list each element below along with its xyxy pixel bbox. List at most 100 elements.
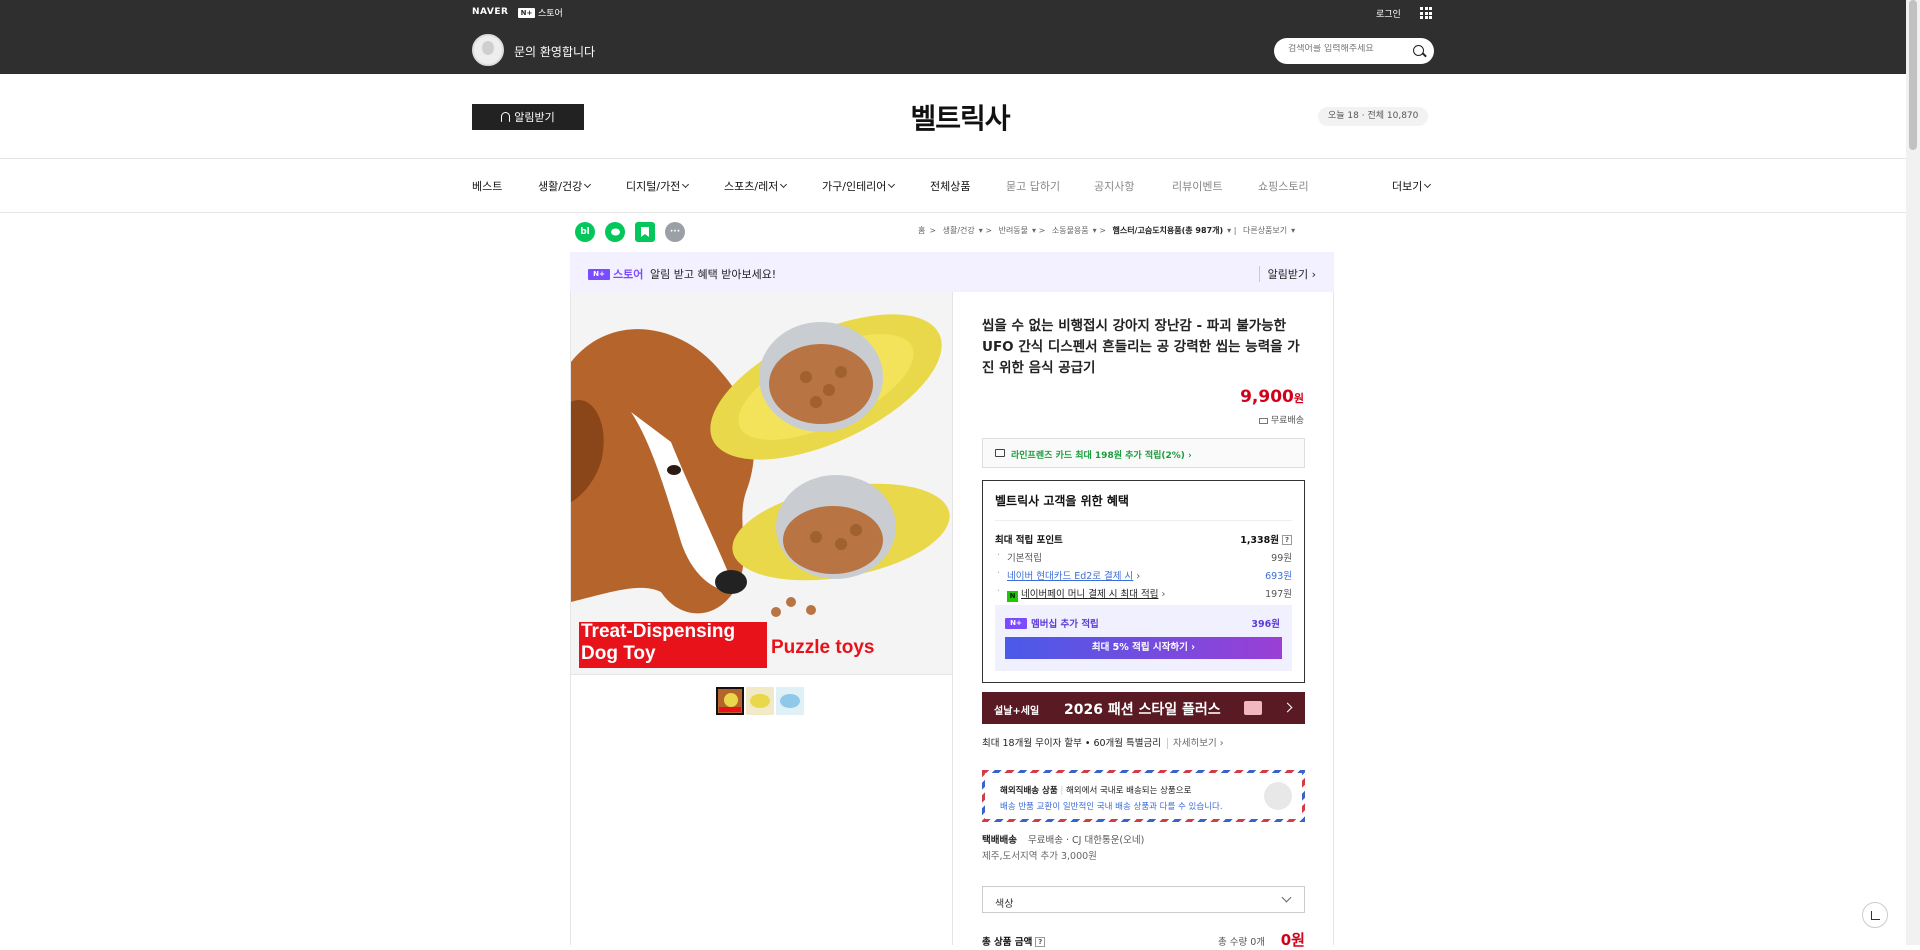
thumbnail-1[interactable]: [716, 687, 744, 715]
membership-start-button[interactable]: 최대 5% 적립 시작하기 ›: [1005, 637, 1282, 659]
image-caption-right: Puzzle toys: [771, 637, 875, 658]
share-icon[interactable]: [1862, 902, 1888, 928]
membership-box: N+ 멤버십 추가 적립 396원 최대 5% 적립 시작하기 ›: [995, 605, 1292, 671]
chevron-down-icon: [1424, 180, 1432, 189]
store-title[interactable]: 벨트릭사: [0, 97, 1920, 137]
divider: [0, 158, 1920, 159]
benefit-row-basic-value: 99원: [1271, 553, 1292, 564]
scrollbar-thumb[interactable]: [1909, 0, 1917, 150]
divider: [995, 520, 1292, 521]
thumbnail-2[interactable]: [746, 687, 774, 715]
naver-plus-badge: N+: [1005, 617, 1027, 629]
installment-more-link[interactable]: 자세히보기 ›: [1167, 738, 1224, 749]
nav-review-event[interactable]: 리뷰이벤트: [1172, 178, 1223, 194]
benefit-row-card-link[interactable]: 네이버 현대카드 Ed2로 결제 시 ›: [995, 568, 1140, 582]
naver-pay-icon: N: [1007, 591, 1018, 602]
benefit-row-card-value: 693원: [1265, 571, 1292, 582]
store-profile-avatar[interactable]: [472, 34, 504, 66]
benefit-box: 벨트릭사 고객을 위한 혜택 최대 적립 포인트 1,338원? 기본적립 99…: [982, 480, 1305, 683]
breadcrumb-hamster[interactable]: 햄스터/고슴도치용품(총 987개): [1112, 226, 1223, 235]
max-point-label: 최대 적립 포인트: [995, 535, 1063, 546]
price-value: 9,900: [1240, 387, 1294, 407]
product-main-image[interactable]: Treat-Dispensing Dog Toy Puzzle toys: [571, 292, 952, 674]
image-caption-left: Treat-Dispensing Dog Toy: [581, 621, 735, 665]
installment-text: 최대 18개월 무이자 할부 • 60개월 특별금리: [982, 738, 1161, 749]
installment-info: 최대 18개월 무이자 할부 • 60개월 특별금리 자세히보기 ›: [982, 735, 1224, 749]
breadcrumb-pet[interactable]: 반려동물: [999, 226, 1028, 235]
delivery-extra-fee: 제주,도서지역 추가 3,000원: [982, 851, 1097, 862]
nav-sports[interactable]: 스포츠/레저: [724, 178, 788, 194]
nav-qna[interactable]: 묻고 답하기: [1006, 178, 1060, 194]
nav-label: 가구/인테리어: [822, 180, 887, 193]
max-point-value: 1,338원?: [1240, 532, 1292, 546]
breadcrumb-small-pet[interactable]: 소동물용품: [1052, 226, 1089, 235]
truck-icon: [1258, 417, 1268, 424]
overseas-title: 해외직배송 상품 | 해외에서 국내로 배송되는 상품으로: [1000, 786, 1192, 796]
delivery-info: 택배배송 무료배송 · CJ 대한통운(오네): [982, 832, 1144, 846]
breadcrumb-living[interactable]: 생활/건강: [943, 226, 975, 235]
seasonal-sale-banner[interactable]: 설날+세일 2026 패션 스타일 플러스: [982, 692, 1305, 724]
nav-shopping-story[interactable]: 쇼핑스토리: [1258, 178, 1309, 194]
thumbnail-3[interactable]: [776, 687, 804, 715]
search-icon[interactable]: [1413, 45, 1424, 56]
login-link[interactable]: 로그인: [1376, 7, 1401, 20]
total-price-row: 총 상품 금액? 총 수량 0개 0원: [982, 931, 1305, 949]
notification-link-label: 알림받기: [1267, 268, 1309, 281]
gift-icon: [1244, 701, 1262, 715]
naver-plus-badge: N+: [588, 268, 610, 280]
naver-plus-store-logo: N+ 스토어: [588, 266, 643, 282]
page-scrollbar[interactable]: [1906, 0, 1920, 945]
nav-digital[interactable]: 디지털/가전: [626, 178, 690, 194]
membership-label: N+ 멤버십 추가 적립: [1005, 616, 1099, 630]
store-brand: 스토어: [613, 268, 644, 281]
nav-all-products[interactable]: 전체상품: [930, 178, 970, 194]
chevron-down-icon: [682, 180, 690, 189]
store-label: 스토어: [538, 9, 563, 19]
chevron-down-icon: [1281, 892, 1292, 903]
option-select-label: 색상: [995, 899, 1014, 910]
naver-plus-store-link[interactable]: N+ 스토어: [518, 6, 563, 19]
chevron-down-icon: [780, 180, 788, 189]
app-grid-icon[interactable]: [1420, 7, 1432, 19]
benefit-row-npay-value: 197원: [1265, 589, 1292, 600]
nav-furniture[interactable]: 가구/인테리어: [822, 178, 896, 194]
price-unit: 원: [1293, 392, 1304, 405]
nav-best[interactable]: 베스트: [472, 178, 502, 194]
airplane-icon: [1264, 782, 1292, 810]
naver-plus-badge: N+: [518, 7, 535, 18]
breadcrumb-home[interactable]: 홈: [918, 226, 925, 235]
help-icon[interactable]: ?: [1282, 535, 1292, 545]
benefit-heading: 벨트릭사 고객을 위한 혜택: [995, 494, 1129, 508]
product-price: 9,900원: [1140, 387, 1304, 407]
bookmark-icon[interactable]: [635, 222, 655, 242]
nav-more[interactable]: 더보기: [1392, 178, 1432, 194]
category-nav: 베스트 생활/건강 디지털/가전 스포츠/레저 가구/인테리어 전체상품 묻고 …: [472, 178, 1434, 196]
credit-card-icon: [995, 449, 1005, 457]
notification-banner: N+ 스토어 알림 받고 혜택 받아보세요! 알림받기 ›: [570, 252, 1334, 292]
divider: [571, 674, 952, 675]
card-promo-text: 라인프렌즈 카드 최대 198원 추가 적립(2%) ›: [1011, 451, 1192, 461]
search-box[interactable]: [1274, 38, 1434, 64]
breadcrumb-other-products[interactable]: 다른상품보기: [1243, 226, 1287, 235]
global-header: NAVER N+ 스토어 로그인 문의 환영합니다: [0, 0, 1920, 74]
notification-link[interactable]: 알림받기 ›: [1258, 266, 1316, 282]
divider: [952, 292, 953, 945]
chevron-down-icon: [584, 180, 592, 189]
benefit-row-npay-link[interactable]: N네이버페이 머니 결제 시 최대 적립 ›: [995, 586, 1165, 602]
option-select-color[interactable]: 색상: [982, 886, 1305, 913]
naver-logo[interactable]: NAVER: [472, 7, 508, 17]
more-options-button[interactable]: ···: [665, 222, 685, 242]
nav-notice[interactable]: 공지사항: [1094, 178, 1134, 194]
membership-value: 396원: [1251, 619, 1280, 630]
search-input[interactable]: [1288, 44, 1408, 54]
total-value: 0원: [1280, 931, 1305, 949]
nav-label: 스포츠/레저: [724, 180, 779, 193]
shipping-label: 무료배송: [1270, 416, 1304, 426]
nav-living-health[interactable]: 생활/건강: [538, 178, 592, 194]
blog-share-button[interactable]: bl: [575, 222, 595, 242]
product-title: 씹을 수 없는 비행접시 강아지 장난감 - 파괴 불가능한 UFO 간식 디스…: [982, 318, 1300, 376]
talk-share-icon[interactable]: [605, 222, 625, 242]
help-icon[interactable]: ?: [1035, 937, 1046, 947]
card-promo-link[interactable]: 라인프렌즈 카드 최대 198원 추가 적립(2%) ›: [982, 438, 1305, 468]
delivery-carrier: 무료배송 · CJ 대한통운(오네): [1028, 835, 1145, 846]
